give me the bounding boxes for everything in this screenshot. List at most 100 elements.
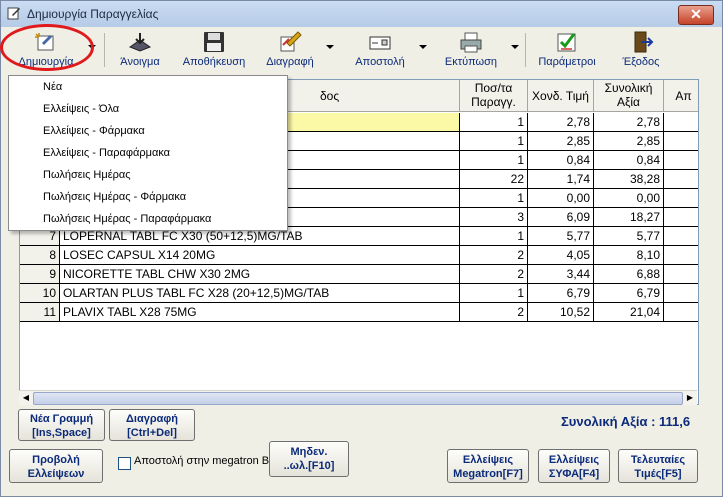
cell-price[interactable]: 6,79	[528, 284, 594, 303]
print-button[interactable]: Εκτύπωση	[434, 29, 508, 71]
new-row-button[interactable]: Νέα Γραμμή [Ins,Space]	[18, 409, 105, 441]
cell-price[interactable]: 2,85	[528, 132, 594, 151]
menu-item-missing-parapharmacy[interactable]: Ελλείψεις - Παραφάρμακα	[9, 142, 285, 164]
open-button[interactable]: Άνοιγμα	[111, 29, 169, 71]
cell-quantity[interactable]: 1	[460, 284, 528, 303]
cell-description[interactable]: OLARTAN PLUS TABL FC X28 (20+12,5)MG/TAB	[60, 284, 460, 303]
missing-syfa-shortcut: ΣΥΦΑ[F4]	[548, 468, 600, 480]
header-total-value[interactable]: Συνολική Αξία	[594, 80, 664, 112]
cell-quantity[interactable]: 2	[460, 246, 528, 265]
cell-extra[interactable]	[664, 208, 698, 227]
cell-price[interactable]: 2,78	[528, 113, 594, 132]
cell-total-value[interactable]: 18,27	[594, 208, 664, 227]
cell-quantity[interactable]: 2	[460, 303, 528, 322]
cell-total-value[interactable]: 5,77	[594, 227, 664, 246]
cell-quantity[interactable]: 1	[460, 113, 528, 132]
cell-quantity[interactable]: 2	[460, 265, 528, 284]
cell-quantity[interactable]: 22	[460, 170, 528, 189]
zero-sales-button[interactable]: Μηδεν. ..ωλ.[F10]	[269, 441, 349, 477]
cell-quantity[interactable]: 1	[460, 189, 528, 208]
header-price[interactable]: Χονδ. Τιμή	[528, 80, 594, 112]
menu-item-missing-drugs[interactable]: Ελλείψεις - Φάρμακα	[9, 120, 285, 142]
send-button[interactable]: Αποστολή	[343, 29, 417, 71]
cell-extra[interactable]	[664, 170, 698, 189]
cell-extra[interactable]	[664, 303, 698, 322]
cell-total-value[interactable]: 8,10	[594, 246, 664, 265]
cell-description[interactable]: PLAVIX TABL X28 75MG	[60, 303, 460, 322]
save-button[interactable]: Αποθήκευση	[175, 29, 253, 71]
cell-extra[interactable]	[664, 246, 698, 265]
new-row-shortcut: [Ins,Space]	[32, 427, 91, 439]
cell-total-value[interactable]: 6,88	[594, 265, 664, 284]
cell-total-value[interactable]: 6,79	[594, 284, 664, 303]
row-number[interactable]: 10	[20, 284, 60, 303]
show-missing-button[interactable]: Προβολή Ελλείψεων	[9, 449, 103, 483]
parameters-button[interactable]: Παράμετροι	[531, 29, 603, 71]
zero-sales-label: Μηδεν.	[290, 446, 328, 458]
missing-syfa-button[interactable]: Ελλείψεις ΣΥΦΑ[F4]	[538, 449, 610, 483]
last-prices-button[interactable]: Τελευταίες Τιμές[F5]	[618, 449, 698, 483]
menu-item-missing-all[interactable]: Ελλείψεις - Όλα	[9, 98, 285, 120]
menu-item-daily-sales[interactable]: Πωλήσεις Ημέρας	[9, 164, 285, 186]
cell-extra[interactable]	[664, 227, 698, 246]
header-quantity-line2: Παραγγ.	[471, 95, 516, 109]
send-dropdown-arrow-icon[interactable]	[419, 45, 427, 49]
cell-total-value[interactable]: 0,00	[594, 189, 664, 208]
table-row[interactable]: 10 OLARTAN PLUS TABL FC X28 (20+12,5)MG/T…	[20, 284, 698, 303]
header-quantity[interactable]: Ποσ/τα Παραγγ.	[460, 80, 528, 112]
delete-dropdown-arrow-icon[interactable]	[326, 45, 334, 49]
cell-extra[interactable]	[664, 265, 698, 284]
cell-price[interactable]: 3,44	[528, 265, 594, 284]
cell-price[interactable]: 4,05	[528, 246, 594, 265]
send-to-megatron-checkbox[interactable]	[118, 457, 131, 470]
table-row[interactable]: 9 NICORETTE TABL CHW X30 2MG 2 3,44 6,88	[20, 265, 698, 284]
cell-quantity[interactable]: 1	[460, 151, 528, 170]
menu-item-daily-sales-parapharmacy[interactable]: Πωλήσεις Ημέρας - Παραφάρμακα	[9, 208, 285, 230]
cell-extra[interactable]	[664, 113, 698, 132]
cell-price[interactable]: 5,77	[528, 227, 594, 246]
missing-megatron-label: Ελλείψεις	[462, 454, 514, 466]
cell-price[interactable]: 1,74	[528, 170, 594, 189]
cell-total-value[interactable]: 21,04	[594, 303, 664, 322]
scroll-thumb[interactable]	[33, 392, 683, 405]
save-label: Αποθήκευση	[182, 56, 246, 68]
horizontal-scrollbar[interactable]: ◀ ▶	[19, 390, 697, 405]
header-extra[interactable]: Απ	[664, 80, 698, 112]
delete-row-button[interactable]: Διαγραφή [Ctrl+Del]	[109, 409, 195, 441]
cell-quantity[interactable]: 1	[460, 227, 528, 246]
cell-total-value[interactable]: 38,28	[594, 170, 664, 189]
cell-quantity[interactable]: 1	[460, 132, 528, 151]
row-number[interactable]: 8	[20, 246, 60, 265]
cell-description[interactable]: LOSEC CAPSUL X14 20MG	[60, 246, 460, 265]
exit-button[interactable]: Έξοδος	[615, 29, 667, 71]
delete-button[interactable]: Διαγραφή	[259, 29, 321, 71]
row-number[interactable]: 9	[20, 265, 60, 284]
table-row[interactable]: 8 LOSEC CAPSUL X14 20MG 2 4,05 8,10	[20, 246, 698, 265]
create-dropdown-menu: Νέα Ελλείψεις - Όλα Ελλείψεις - Φάρμακα …	[8, 75, 288, 231]
table-row[interactable]: 11 PLAVIX TABL X28 75MG 2 10,52 21,04	[20, 303, 698, 322]
delete-row-label: Διαγραφή	[126, 413, 178, 425]
cell-extra[interactable]	[664, 151, 698, 170]
cell-price[interactable]: 0,00	[528, 189, 594, 208]
cell-quantity[interactable]: 3	[460, 208, 528, 227]
cell-total-value[interactable]: 2,78	[594, 113, 664, 132]
scroll-right-icon[interactable]: ▶	[684, 393, 696, 403]
cell-description[interactable]: NICORETTE TABL CHW X30 2MG	[60, 265, 460, 284]
print-dropdown-arrow-icon[interactable]	[511, 45, 519, 49]
scroll-left-icon[interactable]: ◀	[20, 393, 32, 403]
menu-item-new[interactable]: Νέα	[9, 76, 285, 98]
cell-price[interactable]: 0,84	[528, 151, 594, 170]
cell-extra[interactable]	[664, 132, 698, 151]
cell-price[interactable]: 6,09	[528, 208, 594, 227]
missing-megatron-button[interactable]: Ελλείψεις Megatron[F7]	[447, 449, 529, 483]
cell-extra[interactable]	[664, 189, 698, 208]
cell-total-value[interactable]: 2,85	[594, 132, 664, 151]
cell-price[interactable]: 10,52	[528, 303, 594, 322]
open-icon	[128, 33, 152, 52]
row-number[interactable]: 11	[20, 303, 60, 322]
close-button[interactable]: ✕	[678, 5, 714, 25]
menu-item-daily-sales-drugs[interactable]: Πωλήσεις Ημέρας - Φάρμακα	[9, 186, 285, 208]
parameters-icon	[557, 33, 576, 52]
cell-total-value[interactable]: 0,84	[594, 151, 664, 170]
cell-extra[interactable]	[664, 284, 698, 303]
